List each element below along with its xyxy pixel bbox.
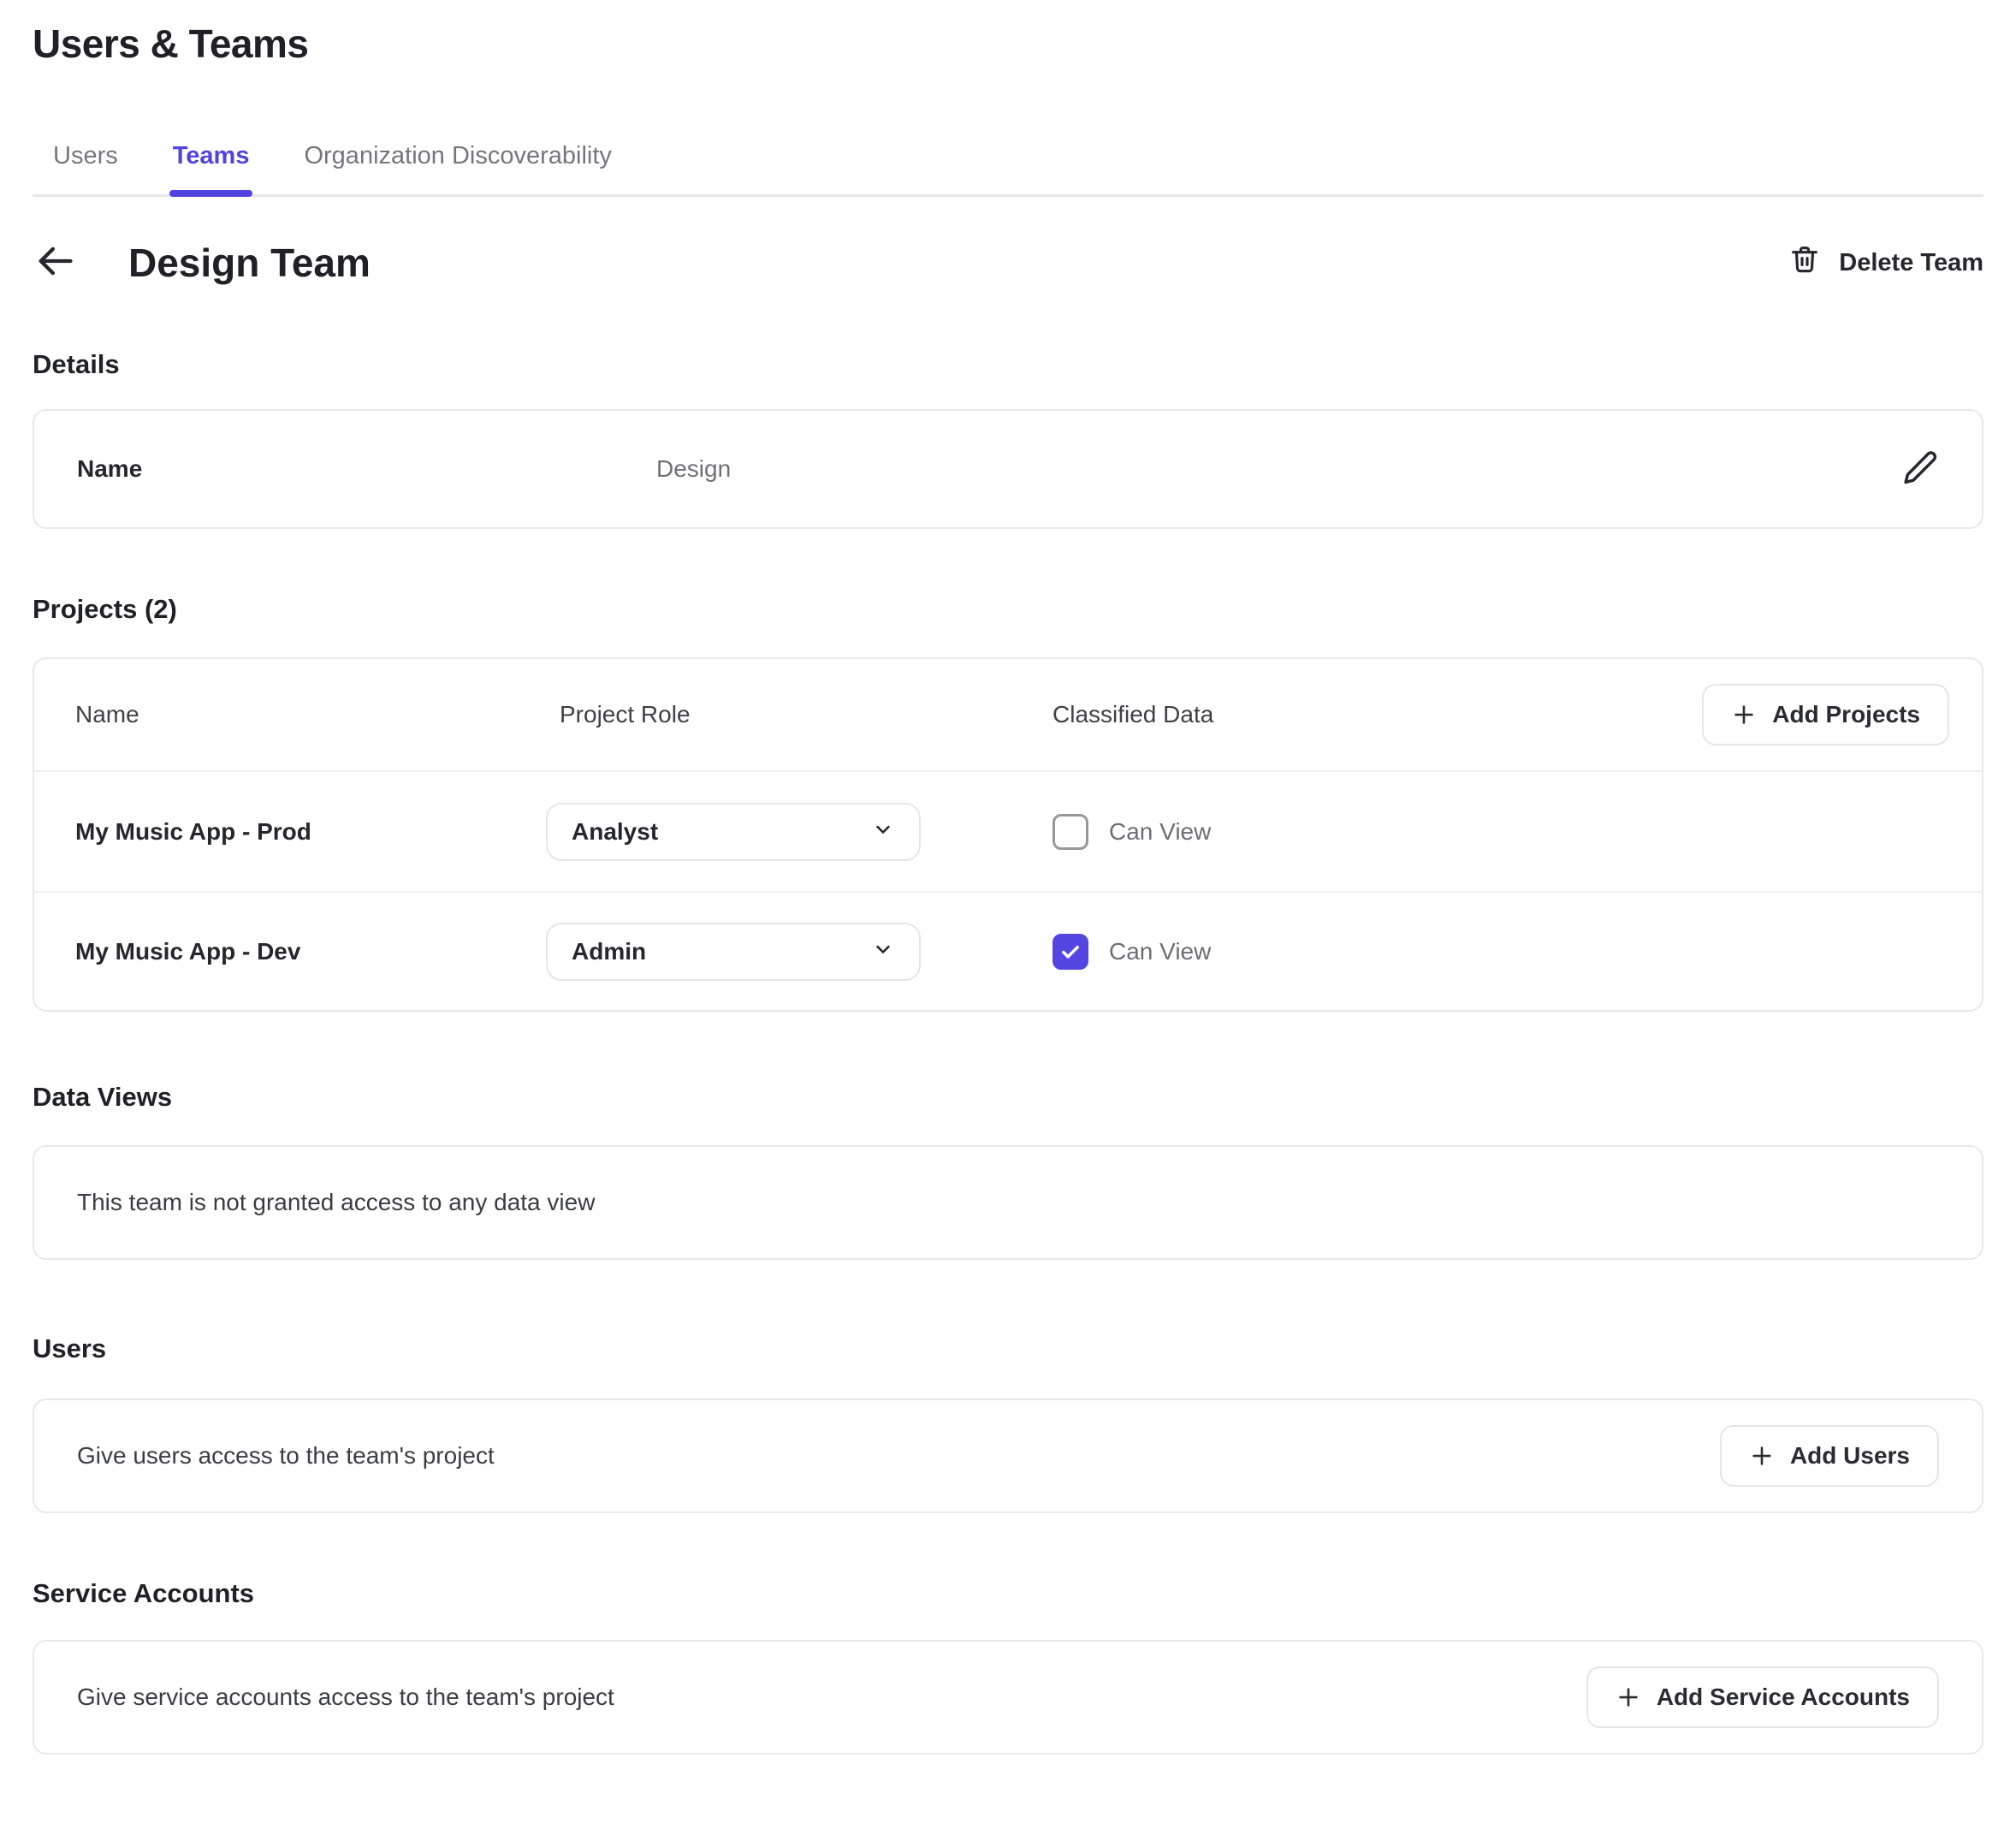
service-accounts-card: Give service accounts access to the team…	[33, 1640, 1983, 1755]
data-views-heading: Data Views	[33, 1082, 1983, 1113]
service-accounts-empty-text: Give service accounts access to the team…	[77, 1684, 614, 1711]
name-label: Name	[77, 455, 656, 483]
page-title: Users & Teams	[33, 21, 1983, 67]
team-title: Design Team	[128, 240, 371, 286]
users-empty-text: Give users access to the team's project	[77, 1442, 495, 1470]
project-name: My Music App - Prod	[75, 818, 560, 846]
classified-data-cell: Can View	[1052, 814, 1982, 850]
project-role-value: Admin	[572, 938, 646, 965]
back-button[interactable]	[33, 241, 87, 284]
plus-icon	[1749, 1443, 1775, 1469]
tab-users[interactable]: Users	[53, 142, 118, 170]
project-role-select[interactable]: Analyst	[546, 803, 921, 861]
add-users-button[interactable]: Add Users	[1720, 1425, 1939, 1487]
column-header-name: Name	[75, 701, 560, 728]
add-service-accounts-label: Add Service Accounts	[1657, 1684, 1910, 1711]
column-header-project-role: Project Role	[560, 701, 1052, 728]
users-heading: Users	[33, 1333, 1983, 1364]
data-views-card: This team is not granted access to any d…	[33, 1145, 1983, 1260]
chevron-down-icon	[871, 937, 895, 965]
service-accounts-heading: Service Accounts	[33, 1578, 1983, 1609]
project-row: My Music App - Dev Admin Can View	[34, 891, 1982, 1010]
users-card: Give users access to the team's project …	[33, 1399, 1983, 1513]
trash-icon	[1788, 242, 1822, 283]
project-row: My Music App - Prod Analyst Can View	[34, 772, 1982, 891]
pencil-icon	[1901, 448, 1939, 490]
arrow-left-icon	[33, 239, 77, 288]
project-role-value: Analyst	[572, 818, 658, 846]
projects-table-header: Name Project Role Classified Data Add Pr…	[34, 659, 1982, 772]
details-card: Name Design	[33, 409, 1983, 529]
add-projects-button[interactable]: Add Projects	[1702, 684, 1949, 745]
chevron-down-icon	[871, 817, 895, 846]
can-view-label: Can View	[1109, 938, 1211, 965]
tab-bar: Users Teams Organization Discoverability	[33, 142, 1983, 197]
project-role-select[interactable]: Admin	[546, 923, 921, 981]
tab-organization-discoverability[interactable]: Organization Discoverability	[304, 142, 611, 170]
details-heading: Details	[33, 349, 1983, 380]
data-views-empty-text: This team is not granted access to any d…	[77, 1189, 595, 1216]
can-view-checkbox[interactable]	[1052, 814, 1088, 850]
add-projects-label: Add Projects	[1772, 701, 1920, 728]
plus-icon	[1731, 702, 1757, 727]
classified-data-cell: Can View	[1052, 934, 1982, 970]
team-name-value: Design	[656, 455, 731, 483]
projects-table: Name Project Role Classified Data Add Pr…	[33, 657, 1983, 1012]
team-header: Design Team Delete Team	[33, 240, 1983, 286]
projects-heading: Projects (2)	[33, 594, 1983, 625]
can-view-checkbox[interactable]	[1052, 934, 1088, 970]
edit-name-button[interactable]	[1901, 448, 1939, 490]
add-service-accounts-button[interactable]: Add Service Accounts	[1586, 1666, 1939, 1728]
delete-team-label: Delete Team	[1839, 249, 1983, 277]
project-name: My Music App - Dev	[75, 938, 560, 965]
add-users-label: Add Users	[1790, 1442, 1910, 1470]
tab-teams[interactable]: Teams	[173, 142, 250, 170]
can-view-label: Can View	[1109, 818, 1211, 846]
users-teams-page: Users & Teams Users Teams Organization D…	[0, 21, 2016, 1755]
plus-icon	[1616, 1684, 1641, 1710]
column-header-classified-data: Classified Data	[1052, 701, 1702, 728]
delete-team-button[interactable]: Delete Team	[1788, 242, 1983, 283]
